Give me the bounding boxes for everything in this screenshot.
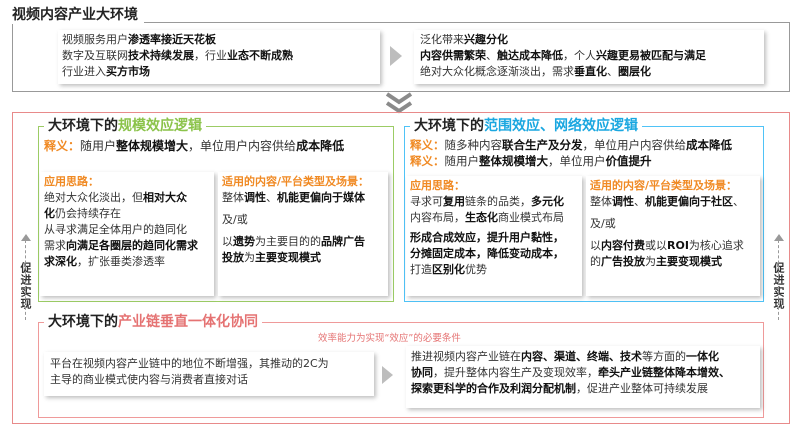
chain-right-box: 推进视频内容产业链在内容、渠道、终端、技术等方面的一体化 协同，提升整体内容生产…: [406, 346, 760, 408]
top-right-box: 泛化带来兴趣分化 内容供需繁荣、触达成本降低，个人兴趣更易被匹配与满足 绝对大众…: [414, 30, 764, 84]
top-left-line2: 数字及互联网技术持续发展，行业业态不断成熟: [62, 49, 293, 62]
scale-idea-label: 应用思路：: [44, 175, 99, 188]
scope-definition-1: 释义：随多种内容联合生产及分发，单位用户内容供给成本降低: [410, 138, 732, 152]
top-right-line3: 绝对大众化概念逐渐淡出，需求垂直化、圈层化: [420, 65, 651, 78]
right-arrow-line: [778, 240, 779, 320]
top-left-box: 视频服务用户渗透率接近天花板 数字及互联网技术持续发展，行业业态不断成熟 行业进…: [58, 30, 380, 84]
scale-definition: 释义：随用户整体规模增大，单位用户内容供给成本降低: [44, 139, 345, 153]
top-title: 视频内容产业大环境: [12, 6, 144, 24]
scale-idea-box: 应用思路： 绝对大众化淡出，但相对大众 化仍会持续存在 从寻求满足全体用户的趋同…: [40, 172, 214, 296]
top-left-line1: 视频服务用户渗透率接近天花板: [62, 33, 216, 46]
scale-fit-label: 适用的内容/平台类型及场景：: [222, 175, 370, 188]
scope-idea-box: 应用思路： 寻求可复用链条的品类，多元化 内容布局，生态化商业模式布局 形成合成…: [406, 176, 582, 296]
scope-fit-label: 适用的内容/平台类型及场景：: [590, 179, 738, 192]
top-left-line3: 行业进入买方市场: [62, 65, 150, 78]
chain-note: 效率能力为实现“效应”的必要条件: [318, 333, 461, 344]
scope-fit-box: 适用的内容/平台类型及场景： 整体调性、机能更偏向于社区、 及/或 以内容付费或…: [586, 176, 760, 296]
scale-fit-box: 适用的内容/平台类型及场景： 整体调性、机能更偏向于媒体 及/或 以遗势为主要目…: [218, 172, 388, 296]
top-right-line2: 内容供需繁荣、触达成本降低，个人兴趣更易被匹配与满足: [420, 49, 706, 62]
scope-title: 大环境下的范围效应、网络效应逻辑: [410, 117, 642, 135]
scope-idea-label: 应用思路：: [410, 179, 465, 192]
left-arrow-up-icon: [21, 234, 31, 241]
left-arrow-line: [25, 240, 26, 320]
scale-title: 大环境下的规模效应逻辑: [44, 117, 206, 135]
right-arrow-up-icon: [774, 234, 784, 241]
scope-definition-2: 释义：随用户整体规模增大，单位用户价值提升: [410, 154, 652, 168]
double-chevron-down-icon: [385, 92, 413, 114]
chevron-right-icon: [390, 46, 402, 66]
top-right-line1: 泛化带来兴趣分化: [420, 33, 508, 46]
chain-title: 大环境下的产业链垂直一体化协同: [44, 313, 262, 331]
chevron-right-icon-2: [382, 366, 393, 384]
chain-left-box: 平台在视频内容产业链中的地位不断增强，其推动的2C为 主导的商业模式使内容与消费…: [44, 352, 374, 396]
